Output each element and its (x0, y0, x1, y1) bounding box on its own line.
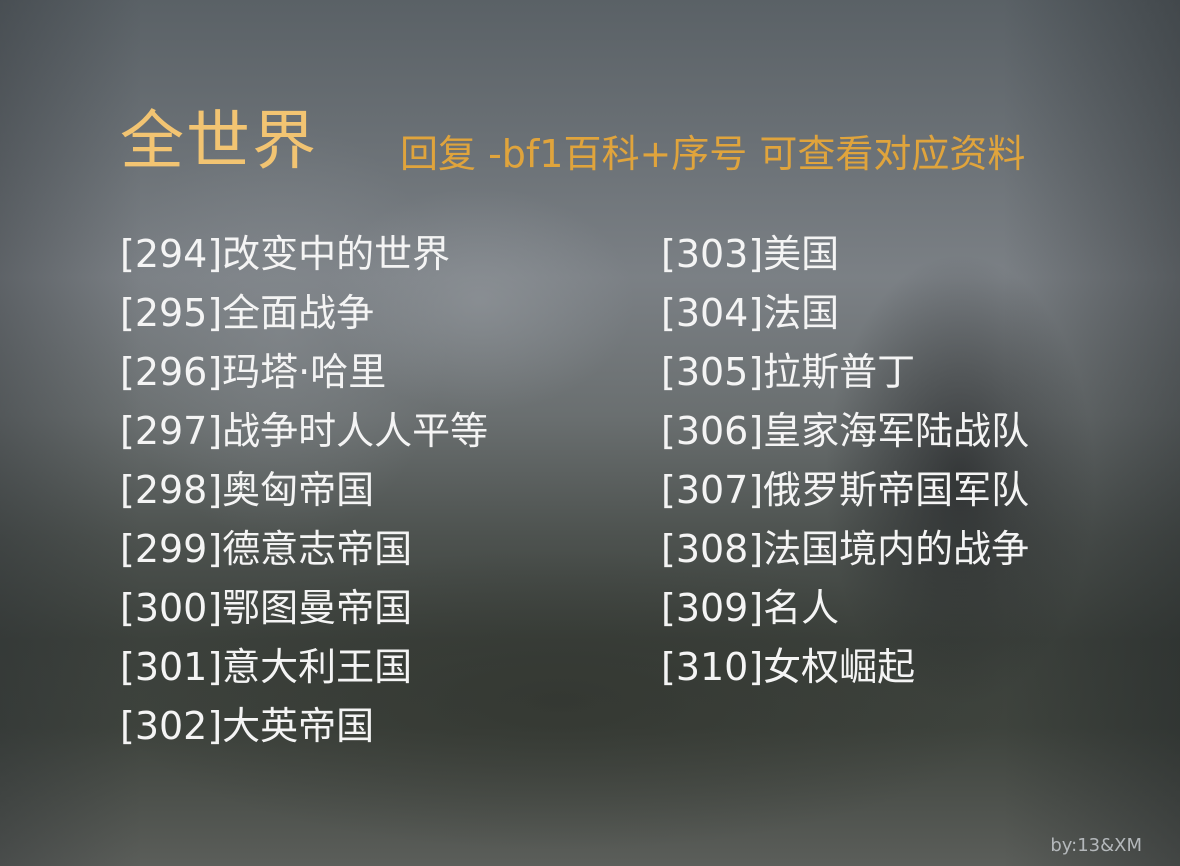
list-item: [295]全面战争 (120, 291, 375, 335)
list-item: [298]奥匈帝国 (120, 468, 375, 512)
list-item: [299]德意志帝国 (120, 527, 413, 571)
page-title: 全世界 (120, 105, 318, 179)
topic-list-left: [294]改变中的世界 [295]全面战争 [296]玛塔·哈里 [297]战争… (120, 225, 488, 756)
topic-list-right: [303]美国 [304]法国 [305]拉斯普丁 [306]皇家海军陆战队 [… (661, 225, 1029, 697)
list-item: [296]玛塔·哈里 (120, 350, 387, 394)
list-item: [305]拉斯普丁 (661, 350, 916, 394)
list-item: [310]女权崛起 (661, 645, 916, 689)
list-item: [304]法国 (661, 291, 840, 335)
list-item: [300]鄂图曼帝国 (120, 586, 413, 630)
list-item: [301]意大利王国 (120, 645, 413, 689)
list-item: [307]俄罗斯帝国军队 (661, 468, 1030, 512)
list-item: [294]改变中的世界 (120, 232, 451, 276)
list-item: [308]法国境内的战争 (661, 527, 1030, 571)
author-credit: by:13&XM (1050, 835, 1142, 856)
list-item: [303]美国 (661, 232, 840, 276)
list-item: [297]战争时人人平等 (120, 409, 489, 453)
reply-instruction: 回复 -bf1百科+序号 可查看对应资料 (400, 132, 1026, 176)
list-item: [302]大英帝国 (120, 704, 375, 748)
list-item: [306]皇家海军陆战队 (661, 409, 1030, 453)
list-item: [309]名人 (661, 586, 840, 630)
